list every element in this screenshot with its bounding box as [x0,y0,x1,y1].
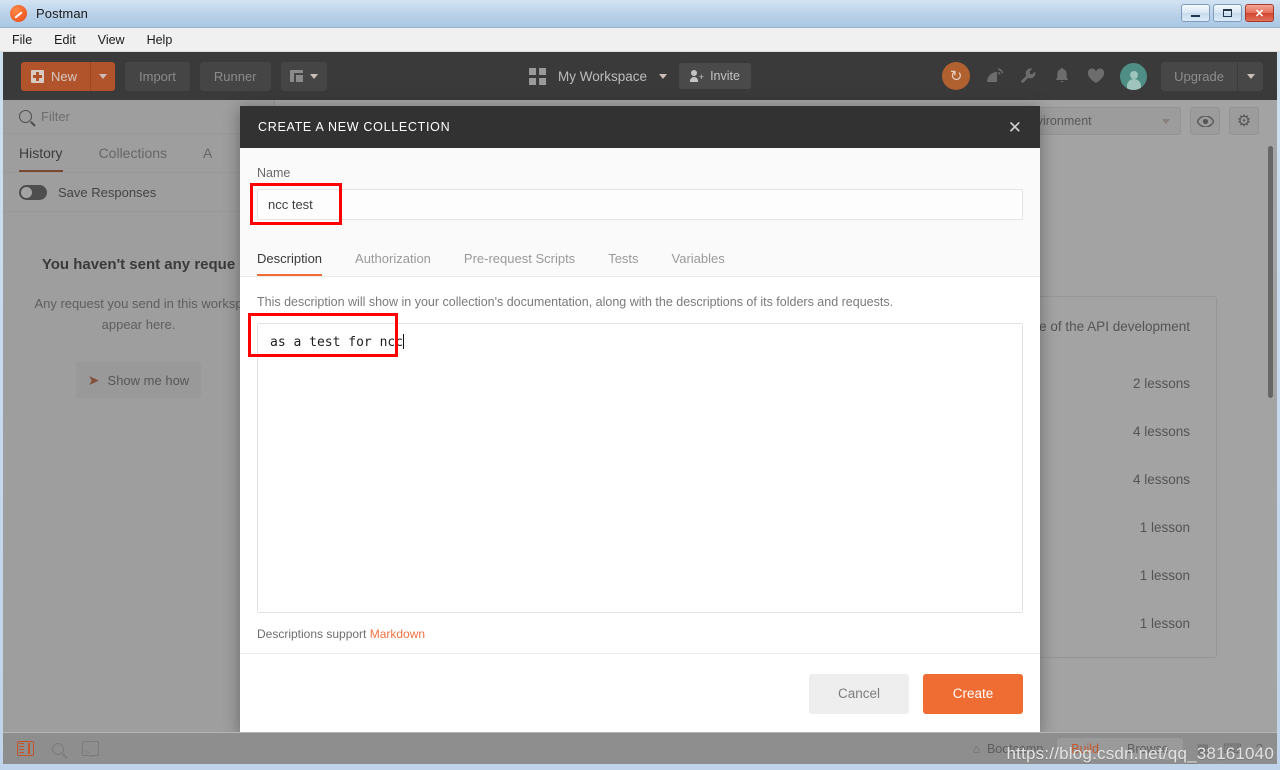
postman-app-window: Postman ✕ File Edit View Help New Import… [0,0,1280,770]
modal-footer: Cancel Create [240,653,1040,733]
watermark: https://blog.csdn.net/qq_38161040 [1006,744,1274,763]
chevron-down-icon [99,73,108,79]
create-button[interactable]: Create [923,673,1023,714]
window-titlebar: Postman ✕ [0,0,1280,28]
modal-body: This description will show in your colle… [240,277,1040,641]
user-add-icon: + [690,69,704,83]
upgrade-dropdown[interactable] [1237,61,1263,91]
create-collection-modal: CREATE A NEW COLLECTION ✕ Name ncc test … [240,106,1040,733]
name-label: Name [257,166,291,180]
upgrade-button[interactable]: Upgrade [1161,61,1263,91]
import-button[interactable]: Import [125,61,190,91]
maximize-icon [1223,9,1232,17]
close-button[interactable]: ✕ [1245,4,1274,22]
broadcast-icon[interactable] [984,66,1004,86]
tab-description[interactable]: Description [257,251,323,276]
description-value: as a test for ncc [270,335,404,350]
workspace-selector[interactable]: My Workspace + Invite [529,63,751,89]
tab-tests[interactable]: Tests [608,251,638,276]
minimize-icon [1191,15,1200,17]
broadcast-icon-svg [986,67,1003,82]
new-window-icon [289,70,305,84]
runner-button[interactable]: Runner [199,61,271,91]
modal-tabs: Description Authorization Pre-request Sc… [257,234,1023,276]
workspace-name: My Workspace [558,68,648,84]
grid-icon [529,67,547,85]
new-button-label: New [51,68,78,84]
invite-label: Invite [710,69,740,83]
postman-logo-icon [10,5,27,22]
avatar[interactable] [1120,62,1148,90]
console-glyph: >_ [85,748,95,757]
graduation-cap-icon: ⌂ [972,741,980,756]
close-icon[interactable]: ✕ [1008,119,1022,136]
upgrade-label: Upgrade [1174,68,1224,84]
tab-authorization[interactable]: Authorization [355,251,431,276]
menubar: File Edit View Help [0,28,1280,52]
window-title: Postman [36,6,89,21]
modal-upper-section: Name ncc test Description Authorization … [240,148,1040,277]
chevron-down-icon [309,73,318,79]
modal-title: CREATE A NEW COLLECTION [258,120,451,134]
find-icon[interactable] [52,742,64,755]
menu-item-file[interactable]: File [12,33,32,47]
markdown-note-prefix: Descriptions support [257,627,370,641]
titlebar-left: Postman [0,5,88,22]
minimize-button[interactable] [1181,4,1210,22]
plus-icon [31,69,44,83]
cancel-button[interactable]: Cancel [809,673,909,714]
wrench-icon-svg [1020,68,1036,84]
chevron-down-icon [659,73,668,79]
menu-item-help[interactable]: Help [147,33,173,47]
modal-header: CREATE A NEW COLLECTION ✕ [240,106,1040,148]
bell-icon[interactable] [1052,66,1072,86]
menu-item-edit[interactable]: Edit [54,33,76,47]
new-tab-button[interactable] [280,61,327,91]
status-bar-left: >_ [17,741,99,757]
text-caret [403,334,405,349]
wrench-icon[interactable] [1018,66,1038,86]
heart-icon-svg [1088,68,1105,83]
new-button[interactable]: New [21,61,116,91]
new-button-main[interactable]: New [21,62,90,91]
window-controls: ✕ [1181,4,1274,22]
bell-icon-svg [1055,68,1069,83]
sync-icon[interactable]: ↻ [942,62,971,90]
chevron-down-icon [1246,73,1255,79]
console-icon[interactable]: >_ [82,741,99,757]
sidebar-toggle-icon[interactable] [17,741,34,756]
tab-variables[interactable]: Variables [672,251,725,276]
avatar-icon [1126,70,1141,90]
collection-name-input[interactable]: ncc test [257,189,1023,220]
description-textarea[interactable]: as a test for ncc [257,323,1023,613]
heart-icon[interactable] [1086,66,1106,86]
markdown-link[interactable]: Markdown [370,627,425,641]
new-button-dropdown[interactable] [90,61,115,91]
menu-item-view[interactable]: View [98,33,125,47]
description-hint: This description will show in your colle… [257,295,894,309]
app-toolbar: New Import Runner My Workspace + Invite … [3,52,1277,100]
markdown-note: Descriptions support Markdown [257,627,1023,641]
maximize-button[interactable] [1213,4,1242,22]
toolbar-right: ↻ Upgrade [942,61,1263,91]
invite-button[interactable]: + Invite [679,63,751,89]
tab-pre-request-scripts[interactable]: Pre-request Scripts [464,251,575,276]
